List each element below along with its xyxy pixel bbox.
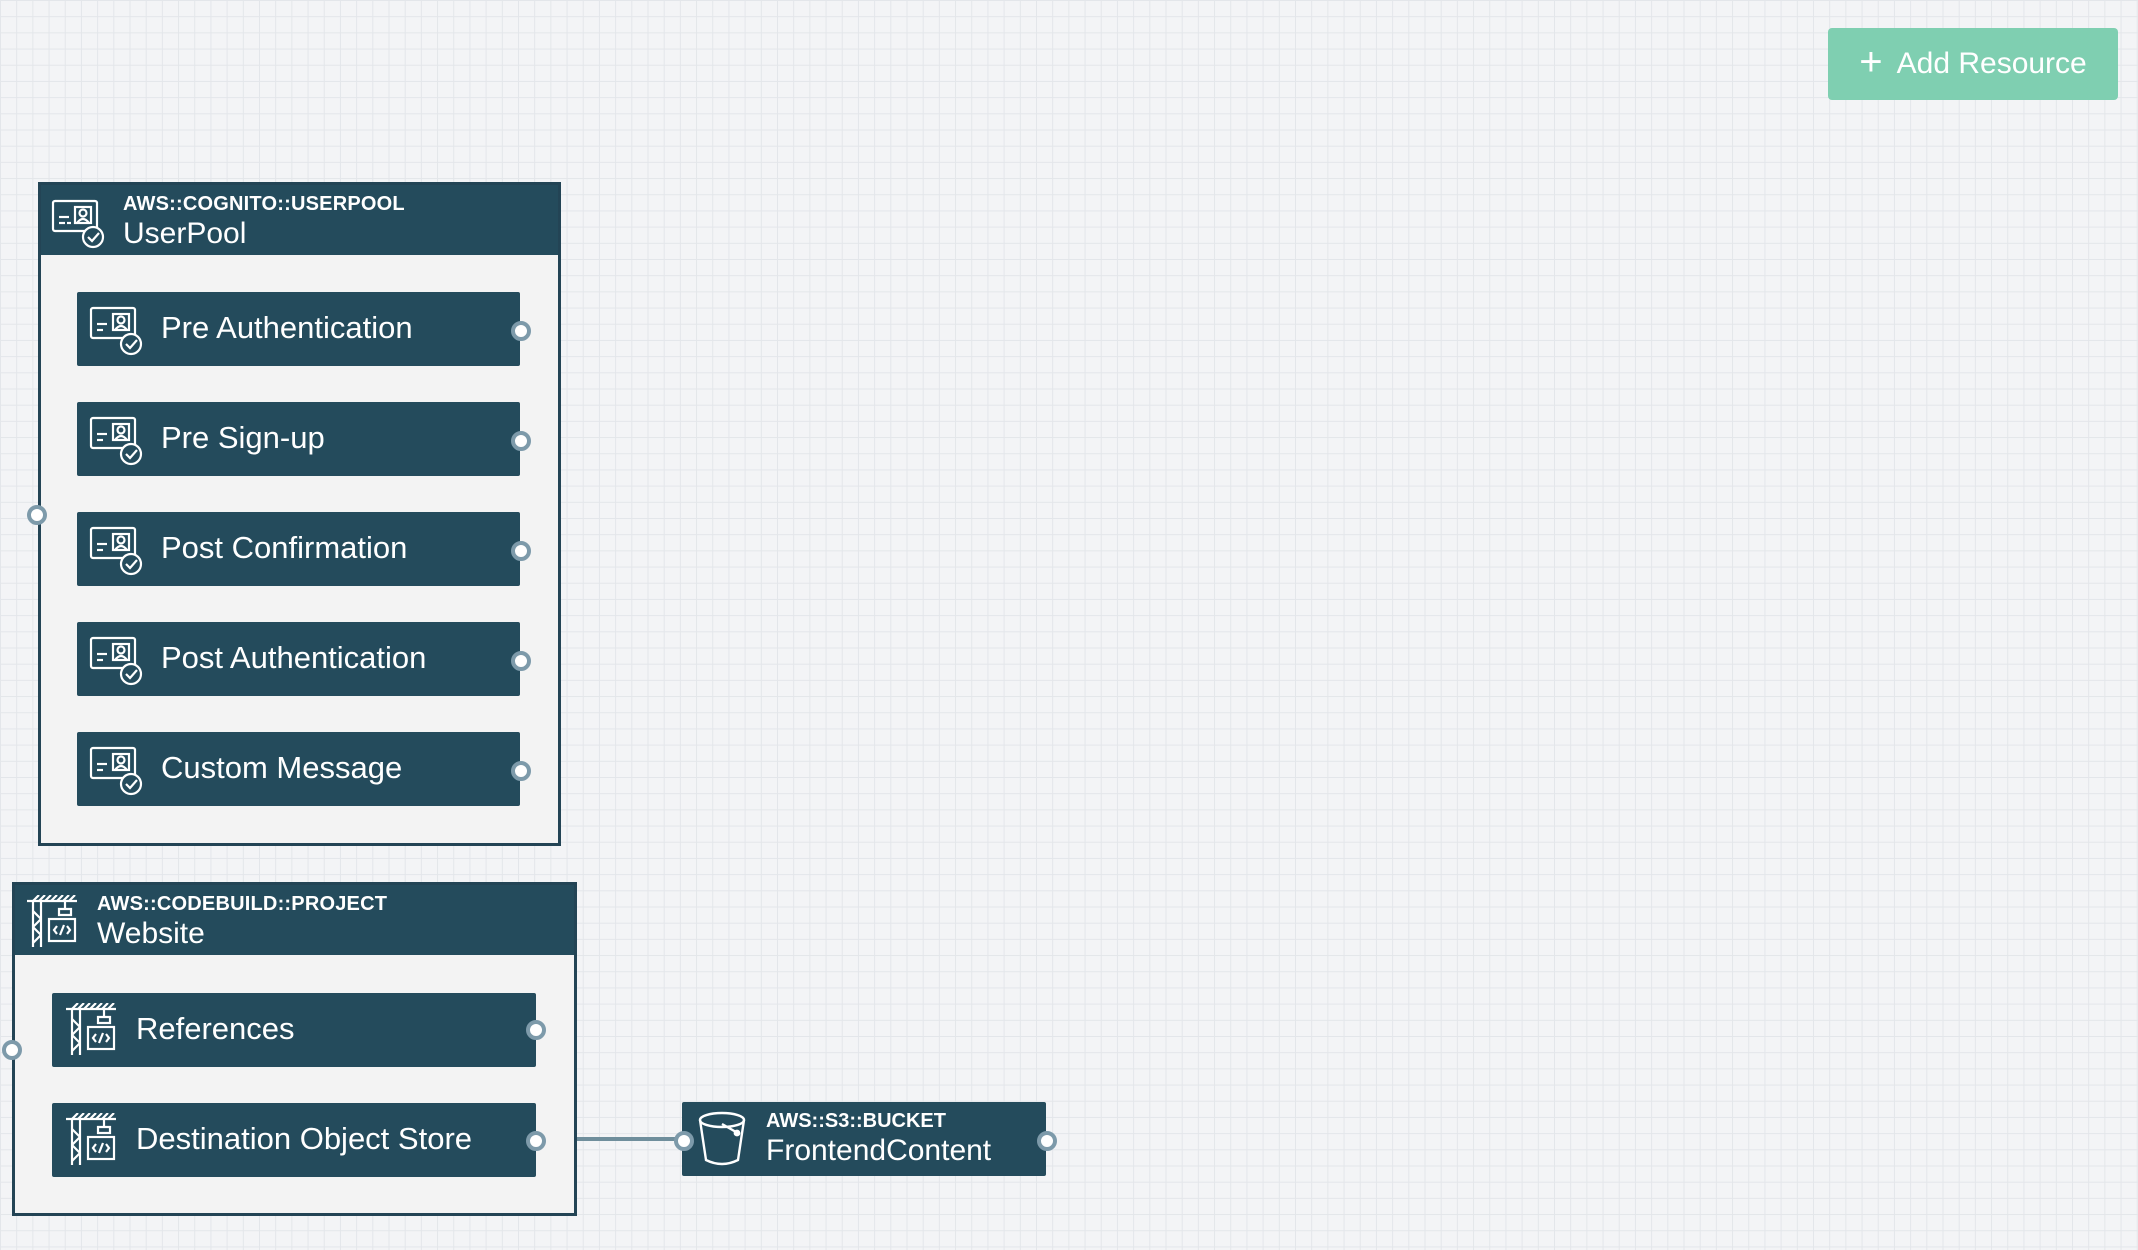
website-header[interactable]: AWS::CODEBUILD::PROJECT Website bbox=[15, 885, 574, 955]
references-output-port[interactable] bbox=[526, 1020, 546, 1040]
post-confirmation-output-port[interactable] bbox=[511, 541, 531, 561]
cognito-userpool-icon bbox=[89, 746, 143, 796]
trigger-label: Pre Sign-up bbox=[161, 420, 325, 455]
trigger-post-confirmation[interactable]: Post Confirmation bbox=[77, 512, 520, 586]
trigger-pre-sign-up[interactable]: Pre Sign-up bbox=[77, 402, 520, 476]
destination-object-store-output-port[interactable] bbox=[526, 1131, 546, 1151]
cognito-userpool-icon bbox=[89, 416, 143, 466]
website-references[interactable]: References bbox=[52, 993, 536, 1067]
canvas[interactable]: { "toolbar": { "add_resource_label": "Ad… bbox=[0, 0, 2138, 1250]
trigger-pre-authentication[interactable]: Pre Authentication bbox=[77, 292, 520, 366]
cognito-userpool-icon bbox=[89, 636, 143, 686]
trigger-label: Post Authentication bbox=[161, 640, 427, 675]
trigger-label: Pre Authentication bbox=[161, 310, 413, 345]
s3-bucket-output-port[interactable] bbox=[1037, 1131, 1057, 1151]
website-destination-object-store[interactable]: Destination Object Store bbox=[52, 1103, 536, 1177]
resource-name: FrontendContent bbox=[766, 1134, 992, 1167]
userpool-group[interactable]: AWS::COGNITO::USERPOOL UserPool Pre Auth… bbox=[38, 182, 561, 846]
resource-type: AWS::COGNITO::USERPOOL bbox=[123, 193, 405, 215]
s3-bucket-icon bbox=[698, 1111, 746, 1166]
pre-authentication-output-port[interactable] bbox=[511, 321, 531, 341]
cognito-userpool-icon bbox=[89, 306, 143, 356]
website-group[interactable]: AWS::CODEBUILD::PROJECT Website Referenc… bbox=[12, 882, 577, 1216]
resource-name: Website bbox=[97, 917, 205, 950]
pre-sign-up-output-port[interactable] bbox=[511, 431, 531, 451]
codebuild-icon bbox=[66, 1003, 116, 1055]
userpool-header[interactable]: AWS::COGNITO::USERPOOL UserPool bbox=[41, 185, 558, 255]
item-label: References bbox=[136, 1011, 295, 1046]
cognito-userpool-icon bbox=[89, 526, 143, 576]
s3-bucket-node[interactable]: AWS::S3::BUCKET FrontendContent bbox=[682, 1102, 1046, 1176]
custom-message-output-port[interactable] bbox=[511, 761, 531, 781]
cognito-userpool-icon bbox=[51, 199, 105, 249]
trigger-post-authentication[interactable]: Post Authentication bbox=[77, 622, 520, 696]
s3-bucket-input-port[interactable] bbox=[674, 1131, 694, 1151]
trigger-label: Custom Message bbox=[161, 750, 403, 785]
post-authentication-output-port[interactable] bbox=[511, 651, 531, 671]
resource-name: UserPool bbox=[123, 217, 247, 250]
trigger-custom-message[interactable]: Custom Message bbox=[77, 732, 520, 806]
website-input-port[interactable] bbox=[2, 1040, 22, 1060]
codebuild-icon bbox=[66, 1113, 116, 1165]
resource-type: AWS::CODEBUILD::PROJECT bbox=[97, 893, 388, 915]
trigger-label: Post Confirmation bbox=[161, 530, 408, 565]
codebuild-icon bbox=[27, 895, 77, 947]
userpool-input-port[interactable] bbox=[27, 505, 47, 525]
item-label: Destination Object Store bbox=[136, 1121, 473, 1156]
resource-type: AWS::S3::BUCKET bbox=[766, 1110, 946, 1132]
